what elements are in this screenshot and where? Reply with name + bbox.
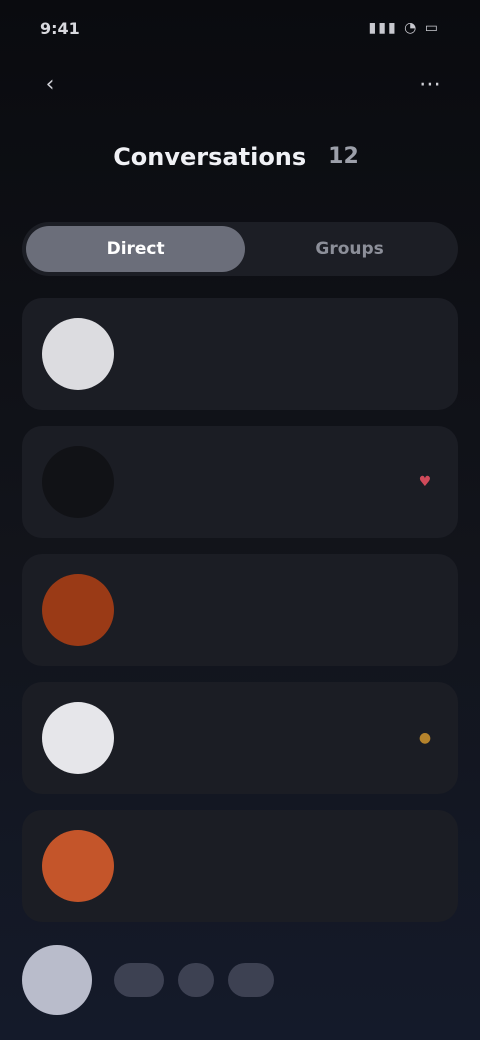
list-item-text <box>132 607 438 613</box>
list-item[interactable] <box>22 810 458 922</box>
status-bar: 9:41 ▮▮▮ ◔ ▭ <box>40 18 440 38</box>
count-badge: 12 <box>328 144 359 169</box>
tab-direct[interactable]: Direct <box>26 226 246 272</box>
status-badge: ♥ <box>418 474 432 490</box>
avatar <box>42 446 114 518</box>
list-item-text <box>132 351 438 357</box>
chevron-left-icon[interactable]: ‹ <box>28 62 72 106</box>
bottom-row <box>22 930 458 1030</box>
bottom-pills <box>114 963 274 997</box>
pill <box>178 963 214 997</box>
avatar[interactable] <box>22 945 92 1015</box>
status-icons: ▮▮▮ ◔ ▭ <box>368 20 440 36</box>
top-bar: ‹ ⋯ <box>28 62 452 106</box>
pill <box>228 963 274 997</box>
conversation-list: ♥ ● <box>22 298 458 938</box>
list-item-text <box>132 735 402 741</box>
list-item[interactable]: ♥ <box>22 426 458 538</box>
tab-groups[interactable]: Groups <box>245 226 454 272</box>
avatar <box>42 702 114 774</box>
status-time: 9:41 <box>40 18 80 38</box>
list-item[interactable]: ● <box>22 682 458 794</box>
app-screen: 9:41 ▮▮▮ ◔ ▭ ‹ ⋯ Conversations 12 Direct… <box>0 0 480 1040</box>
tab-switcher: Direct Groups <box>22 222 458 276</box>
pill <box>114 963 164 997</box>
more-icon[interactable]: ⋯ <box>408 62 452 106</box>
avatar <box>42 830 114 902</box>
list-item[interactable] <box>22 298 458 410</box>
avatar <box>42 318 114 390</box>
page-header: Conversations 12 <box>0 142 480 171</box>
list-item-text <box>132 479 402 485</box>
avatar <box>42 574 114 646</box>
list-item[interactable] <box>22 554 458 666</box>
list-item-text <box>132 863 438 869</box>
status-badge: ● <box>418 730 432 746</box>
page-title: Conversations <box>113 142 307 171</box>
